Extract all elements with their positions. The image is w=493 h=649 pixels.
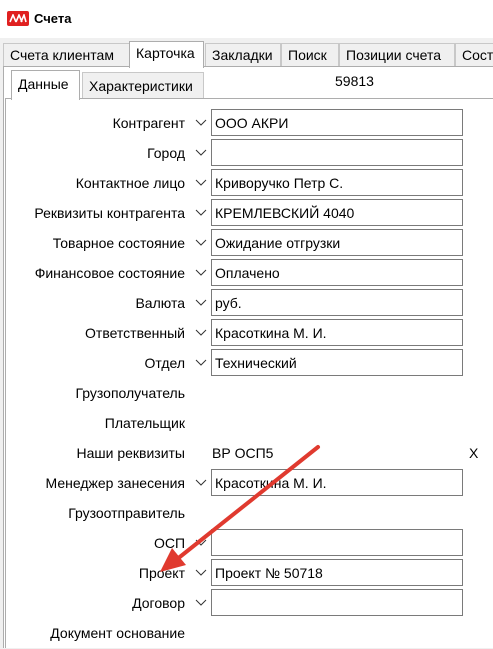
row-consignee: Грузополучатель [0,379,493,409]
requisites-field[interactable]: КРЕМЛЕВСКИЙ 4040 [211,199,463,226]
counterparty-label: Контрагент [112,115,185,131]
tab-search[interactable]: Поиск [281,43,339,67]
chevron-down-icon[interactable] [192,203,210,223]
row-payer: Плательщик [0,409,493,439]
osp-field[interactable] [211,529,463,556]
tab-bookmarks[interactable]: Закладки [205,43,281,67]
row-responsible: Ответственный Красоткина М. И. [0,319,493,349]
financial-status-field[interactable]: Оплачено [211,259,463,286]
tab-status[interactable]: Сост [455,43,493,67]
row-entry-manager: Менеджер занесения Красоткина М. И. [0,469,493,499]
contract-label: Договор [132,595,185,611]
osp-label: ОСП [153,535,185,551]
row-currency: Валюта руб. [0,289,493,319]
app-logo-icon [7,11,29,26]
responsible-label: Ответственный [85,325,185,341]
chevron-down-icon[interactable] [192,323,210,343]
row-financial-status: Финансовое состояние Оплачено [0,259,493,289]
chevron-down-icon[interactable] [192,593,210,613]
row-base-document: Документ основание [0,619,493,649]
project-field[interactable]: Проект № 50718 [211,559,463,586]
row-city: Город [0,139,493,169]
counterparty-field[interactable]: ООО АКРИ [211,109,463,136]
responsible-field[interactable]: Красоткина М. И. [211,319,463,346]
our-requisites-value: ВР ОСП5 [212,445,274,461]
row-department: Отдел Технический [0,349,493,379]
tab-card[interactable]: Карточка [129,41,204,68]
row-osp: ОСП [0,529,493,559]
contact-field[interactable]: Криворучко Петр С. [211,169,463,196]
chevron-down-icon[interactable] [192,233,210,253]
row-contact: Контактное лицо Криворучко Петр С. [0,169,493,199]
goods-status-label: Товарное состояние [52,235,185,251]
requisites-label: Реквизиты контрагента [34,205,185,221]
tab-invoice-items[interactable]: Позиции счета [339,43,455,67]
chevron-down-icon[interactable] [192,113,210,133]
row-project: Проект Проект № 50718 [0,559,493,589]
chevron-down-icon[interactable] [192,143,210,163]
payer-label[interactable]: Плательщик [105,415,185,431]
project-label: Проект [138,565,185,581]
title-bar: Счета [0,0,493,38]
shipper-label[interactable]: Грузоотправитель [68,505,185,521]
financial-status-label: Финансовое состояние [34,265,185,281]
chevron-down-icon[interactable] [192,293,210,313]
row-our-requisites: Наши реквизиты ВР ОСП5 X [0,439,493,469]
chevron-down-icon[interactable] [192,353,210,373]
main-tabs: Счета клиентам Карточка Закладки Поиск П… [0,41,493,68]
contract-field[interactable] [211,589,463,616]
chevron-down-icon[interactable] [192,533,210,553]
department-label: Отдел [144,355,186,371]
contact-label: Контактное лицо [75,175,185,191]
currency-field[interactable]: руб. [211,289,463,316]
chevron-down-icon[interactable] [192,473,210,493]
record-id: 59813 [335,73,403,96]
row-contract: Договор [0,589,493,619]
chevron-down-icon[interactable] [192,263,210,283]
row-shipper: Грузоотправитель [0,499,493,529]
row-requisites: Реквизиты контрагента КРЕМЛЕВСКИЙ 4040 [0,199,493,229]
chevron-down-icon[interactable] [192,173,210,193]
entry-manager-field[interactable]: Красоткина М. И. [211,469,463,496]
chevron-down-icon[interactable] [192,563,210,583]
city-field[interactable] [211,139,463,166]
base-document-label[interactable]: Документ основание [50,625,185,641]
entry-manager-label: Менеджер занесения [45,475,185,491]
our-requisites-label[interactable]: Наши реквизиты [76,445,185,461]
tab-invoices[interactable]: Счета клиентам [3,43,130,67]
row-goods-status: Товарное состояние Ожидание отгрузки [0,229,493,259]
window-title: Счета [34,11,72,26]
city-label: Город [147,145,185,161]
subtab-characteristics[interactable]: Характеристики [82,72,204,99]
clear-button[interactable]: X [469,445,478,461]
subtab-data[interactable]: Данные [11,70,80,100]
goods-status-field[interactable]: Ожидание отгрузки [211,229,463,256]
department-field[interactable]: Технический [211,349,463,376]
currency-label: Валюта [135,295,185,311]
row-counterparty: Контрагент ООО АКРИ [0,109,493,139]
consignee-label[interactable]: Грузополучатель [75,385,185,401]
